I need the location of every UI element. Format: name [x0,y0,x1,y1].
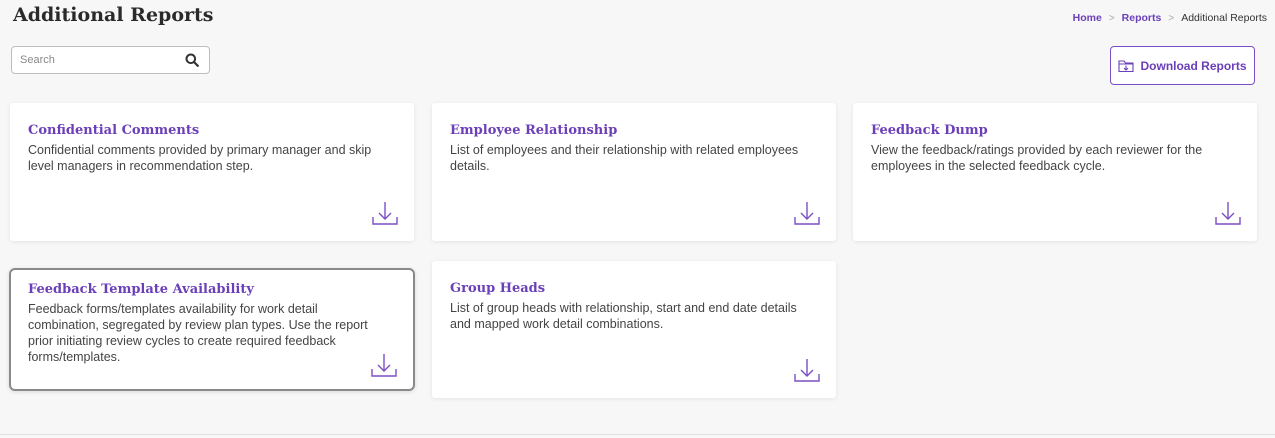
card-title: Feedback Dump [871,123,988,138]
download-reports-label: Download Reports [1140,58,1247,73]
download-reports-button[interactable]: Download Reports [1110,46,1255,85]
footer-divider [0,434,1275,435]
report-card-group-heads[interactable]: Group Heads List of group heads with rel… [432,261,836,398]
breadcrumb-separator: > [1108,12,1115,24]
page-title: Additional Reports [13,4,214,26]
breadcrumb-separator: > [1168,12,1175,24]
card-description: Feedback forms/templates availability fo… [28,302,368,364]
download-icon[interactable] [792,356,822,386]
card-description: List of employees and their relationship… [450,143,799,173]
report-card-employee-relationship[interactable]: Employee Relationship List of employees … [432,103,836,241]
card-title: Confidential Comments [28,123,200,138]
download-icon[interactable] [370,199,400,229]
breadcrumb: Home > Reports > Additional Reports [1073,12,1267,24]
download-icon[interactable] [1213,199,1243,229]
card-title: Feedback Template Availability [28,282,254,297]
breadcrumb-home[interactable]: Home [1073,12,1102,24]
card-description: Confidential comments provided by primar… [28,143,372,173]
report-card-feedback-template-availability[interactable]: Feedback Template Availability Feedback … [9,268,415,391]
report-card-confidential-comments[interactable]: Confidential Comments Confidential comme… [10,103,414,241]
report-card-feedback-dump[interactable]: Feedback Dump View the feedback/ratings … [853,103,1257,241]
download-icon[interactable] [369,351,399,381]
card-title: Employee Relationship [450,123,618,138]
search-icon[interactable] [185,53,199,67]
breadcrumb-reports[interactable]: Reports [1122,12,1162,24]
folder-download-icon [1118,59,1135,72]
card-description: List of group heads with relationship, s… [450,301,797,331]
search-input[interactable] [12,47,182,73]
breadcrumb-current: Additional Reports [1181,12,1267,24]
download-icon[interactable] [792,199,822,229]
card-description: View the feedback/ratings provided by ea… [871,143,1203,173]
search-box [11,46,210,74]
card-title: Group Heads [450,281,546,296]
